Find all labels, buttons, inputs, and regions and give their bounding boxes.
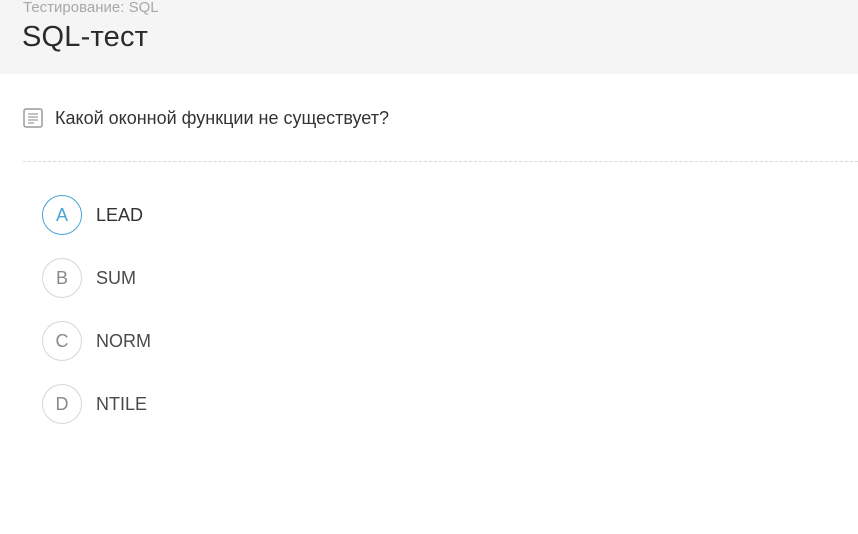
option-b[interactable]: B SUM: [42, 258, 151, 298]
page-header: Тестирование: SQL SQL-тест: [0, 0, 858, 74]
option-letter[interactable]: B: [42, 258, 82, 298]
document-icon: [23, 108, 43, 128]
question-text: Какой оконной функции не существует?: [55, 107, 389, 128]
option-c[interactable]: C NORM: [42, 321, 151, 361]
option-label[interactable]: SUM: [96, 268, 136, 289]
option-letter[interactable]: C: [42, 321, 82, 361]
option-letter[interactable]: D: [42, 384, 82, 424]
option-label[interactable]: NORM: [96, 331, 151, 352]
divider: [23, 161, 858, 162]
question: Какой оконной функции не существует?: [23, 106, 389, 130]
option-label[interactable]: NTILE: [96, 394, 147, 415]
option-a[interactable]: A LEAD: [42, 195, 151, 235]
breadcrumb[interactable]: Тестирование: SQL: [23, 0, 159, 18]
answer-options: A LEAD B SUM C NORM D NTILE: [42, 195, 151, 447]
option-letter[interactable]: A: [42, 195, 82, 235]
option-d[interactable]: D NTILE: [42, 384, 151, 424]
page-title: SQL-тест: [22, 21, 149, 53]
option-label[interactable]: LEAD: [96, 205, 143, 226]
